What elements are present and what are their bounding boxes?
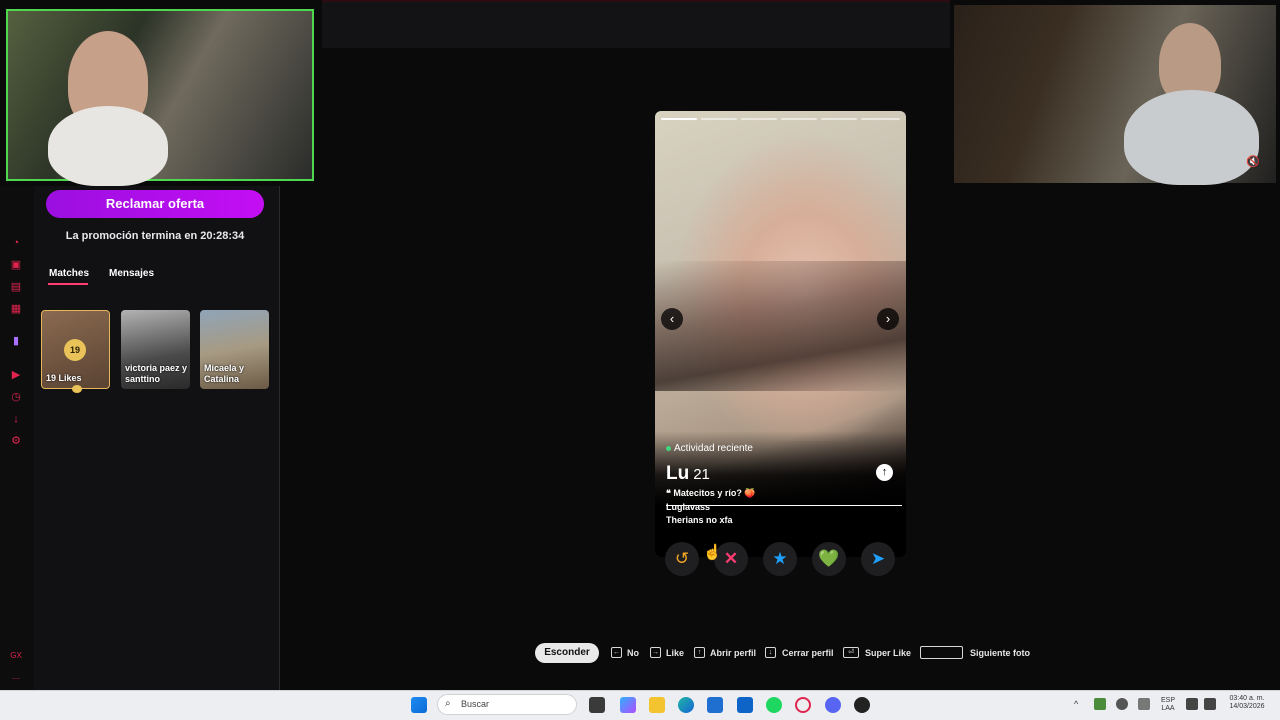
name-text: Lu [666,463,690,484]
profile-photo-shade [655,261,906,391]
bio-line: Therians no xfa [666,515,733,525]
match-thumbnail[interactable]: Micaela y Catalina [200,310,269,389]
key-enter-icon: ⏎ [843,647,859,658]
browser-top-area [322,0,950,48]
mic-muted-icon: 🔇 [1246,156,1260,168]
match-thumbnail[interactable]: victoria paez y santtino [121,310,190,389]
recent-activity-status: Actividad reciente [666,443,753,454]
matches-panel [34,186,280,690]
lang-layout: LAA [1161,705,1175,712]
extensions-icon[interactable]: ▤ [10,281,22,293]
opera-gx-icon[interactable] [795,697,811,713]
clock-date: 14/03/2026 [1229,703,1265,710]
language-indicator[interactable]: ESP LAA [1158,697,1178,713]
key-space-icon [920,646,963,659]
clock[interactable]: 03:40 a. m. 14/03/2026 [1222,695,1272,711]
likes-count-badge: 19 [64,339,86,361]
tray-chevron-icon[interactable]: ^ [1074,699,1078,709]
profile-age: 21 [693,466,710,483]
spotify-icon[interactable] [766,697,782,713]
tab-messages[interactable]: Mensajes [109,268,154,279]
search-icon: ⌕ [445,698,451,709]
bio-line: Luglavass [666,502,711,512]
key-right-icon: → [650,647,661,658]
gx-icon[interactable]: GX [10,650,22,662]
shortcut-label: Siguiente foto [970,648,1030,658]
open-profile-button[interactable]: ↑ [876,464,893,481]
likes-thumbnail[interactable]: 19 19 Likes [41,310,110,389]
more-icon[interactable]: … [10,670,22,682]
key-left-icon: ← [611,647,622,658]
settings-icon[interactable]: ⚙ [10,435,22,447]
profile-name: Lu 21 [666,463,710,485]
gold-heart-icon [72,385,82,393]
online-dot-icon [666,445,671,451]
mouse-cursor-icon: ☝ [703,544,722,561]
profile-card[interactable]: ‹ › Actividad reciente Lu 21 ↑ ❝ Matecito… [655,111,906,557]
shortcut-label: No [627,648,639,658]
rewind-button[interactable]: ↺ [665,542,699,576]
webcam-body [1124,90,1259,185]
tray-app-icon[interactable] [1094,698,1106,710]
twitch-icon[interactable]: ▮ [10,335,22,347]
discord-icon[interactable] [825,697,841,713]
key-up-icon: ↑ [694,647,705,658]
shortcut-label: Cerrar perfil [782,648,834,658]
task-view-icon[interactable] [589,697,605,713]
like-button[interactable]: 💚 [812,542,846,576]
streamer-webcam-right: 🔇 [954,5,1276,185]
bio-text: Matecitos y río? 🍑 [673,488,756,498]
shortcut-label: Like [666,648,685,658]
active-tab-indicator [48,283,88,285]
shortcut-label: Abrir perfil [710,648,757,658]
next-photo-button[interactable]: › [877,308,899,330]
streamer-webcam-left [6,9,314,186]
windows-start-icon[interactable] [411,697,427,713]
webcam-body [48,106,168,186]
tray-network-icon[interactable] [1116,698,1128,710]
clock-icon[interactable]: ◷ [10,391,22,403]
activity-text: Actividad reciente [674,443,753,454]
search-placeholder: Buscar [461,699,490,709]
clock-time: 03:40 a. m. [1229,695,1265,702]
thumbnail-label: Micaela y Catalina [204,363,245,384]
promo-countdown: La promoción termina en 20:28:34 [65,230,245,242]
hide-shortcuts-button[interactable]: Esconder [535,643,599,663]
tab-matches[interactable]: Matches [49,268,89,279]
history-icon[interactable]: ◔ [10,237,22,249]
photo-indicator [821,118,857,120]
copilot-icon[interactable] [620,697,636,713]
superlike-button[interactable]: ★ [763,542,797,576]
player-icon[interactable]: ▶ [10,369,22,381]
boost-button[interactable]: ➤ [861,542,895,576]
previous-photo-button[interactable]: ‹ [661,308,683,330]
file-explorer-icon[interactable] [649,697,665,713]
tray-bluetooth-icon[interactable] [1138,698,1150,710]
edge-icon[interactable] [678,697,694,713]
news-icon[interactable]: ▦ [10,303,22,315]
store-icon[interactable] [707,697,723,713]
photo-indicator [741,118,777,120]
obs-icon[interactable] [854,697,870,713]
photo-indicator [661,118,697,120]
lang-code: ESP [1160,697,1175,704]
photo-indicator [861,118,900,120]
bag-icon[interactable]: ▣ [10,259,22,271]
thumbnail-label: 19 Likes [46,373,82,383]
shortcut-label: Super Like [865,648,912,658]
windows-taskbar [0,690,1280,720]
key-down-icon: ↓ [765,647,776,658]
volume-icon[interactable] [1204,698,1216,710]
wifi-icon[interactable] [1186,698,1198,710]
claim-offer-button[interactable]: Reclamar oferta [46,190,264,218]
top-accent-line [322,0,950,2]
photo-indicator [701,118,737,120]
taskbar-search[interactable]: ⌕ Buscar [437,694,577,715]
bio-line: ❝ Matecitos y río? 🍑 [666,488,756,499]
download-icon[interactable]: ↓ [10,413,22,425]
thumbnail-label: victoria paez y santtino [125,363,188,384]
browser-sidebar-rail: ◔ ▣ ▤ ▦ ▮ ▶ ◷ ↓ ⚙ GX … [0,186,34,690]
outlook-icon[interactable] [737,697,753,713]
photo-indicator [781,118,817,120]
